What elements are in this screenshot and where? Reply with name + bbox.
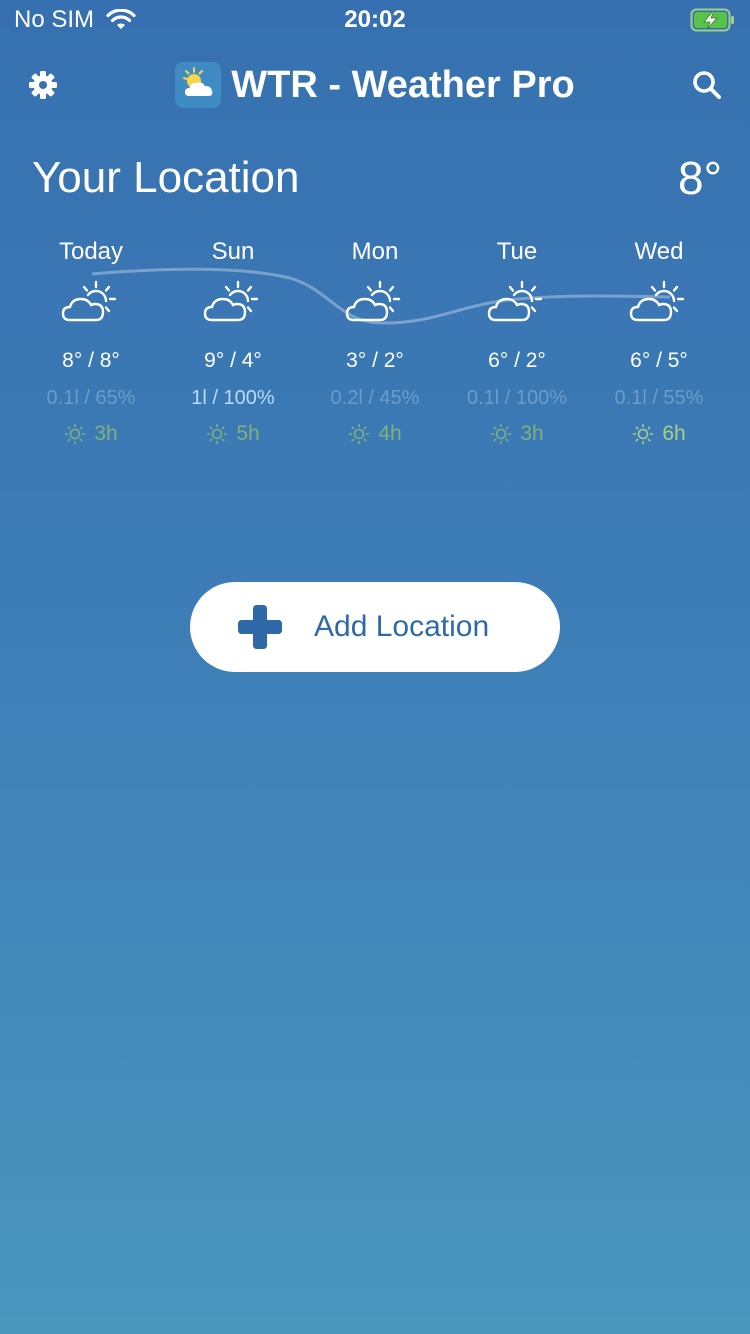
sun-icon [207, 423, 228, 445]
app-header: WTR - Weather Pro [0, 52, 750, 120]
battery-charging-icon [690, 8, 734, 32]
add-location-button[interactable]: Add Location [190, 582, 560, 672]
sunshine-hours: 3h [520, 422, 544, 445]
partly-cloudy-icon [487, 280, 543, 322]
day-temperature-range: 3° / 2° [346, 349, 404, 372]
day-precipitation: 0.1l / 65% [46, 387, 136, 409]
sunshine-hours: 3h [94, 422, 118, 445]
sunshine-hours: 4h [378, 422, 402, 445]
day-name: Wed [634, 238, 684, 265]
day-precipitation: 0.2l / 45% [330, 387, 420, 409]
forecast-strip[interactable]: Today 8° / 8° 0.1l / 65% 3h Sun 9° / 4° … [20, 232, 730, 462]
day-name: Mon [351, 238, 399, 265]
app-title: WTR - Weather Pro [231, 64, 575, 106]
day-sunshine: 3h [20, 420, 162, 448]
sun-icon [491, 423, 512, 445]
current-temperature: 8° [678, 152, 722, 204]
sunshine-hours: 5h [236, 422, 260, 445]
status-time: 20:02 [344, 6, 406, 33]
day-sunshine: 5h [162, 420, 304, 448]
day-precipitation: 0.1l / 100% [466, 387, 568, 409]
day-sunshine: 4h [304, 420, 446, 448]
day-name: Sun [211, 238, 255, 265]
partly-cloudy-icon [203, 280, 259, 322]
sun-icon [349, 423, 370, 445]
day-precipitation: 1l / 100% [191, 387, 275, 409]
search-icon[interactable] [690, 68, 724, 102]
forecast-day[interactable]: Today 8° / 8° 0.1l / 65% 3h [20, 232, 162, 448]
plus-icon [238, 605, 282, 649]
sunshine-hours: 6h [662, 422, 686, 445]
day-name: Tue [496, 238, 538, 265]
day-temperature-range: 6° / 5° [630, 349, 688, 372]
day-precipitation: 0.1l / 55% [614, 387, 704, 409]
partly-cloudy-icon [61, 280, 117, 322]
add-location-label: Add Location [314, 610, 490, 643]
location-name: Your Location [32, 153, 300, 202]
forecast-day[interactable]: Sun 9° / 4° 1l / 100% 5h [162, 232, 304, 448]
day-name: Today [58, 238, 124, 265]
sun-icon [633, 423, 654, 445]
day-temperature-range: 6° / 2° [488, 349, 546, 372]
status-bar: No SIM 20:02 [0, 0, 750, 40]
forecast-day[interactable]: Mon 3° / 2° 0.2l / 45% 4h [304, 232, 446, 448]
partly-cloudy-icon [629, 280, 685, 322]
app-title-group: WTR - Weather Pro [0, 62, 750, 108]
sun-cloud-logo [175, 62, 222, 108]
sun-icon [65, 423, 86, 445]
forecast-day[interactable]: Wed 6° / 5° 0.1l / 55% 6h [588, 232, 730, 448]
partly-cloudy-icon [345, 280, 401, 322]
location-summary[interactable]: Your Location 8° [32, 150, 722, 210]
day-sunshine: 6h [588, 420, 730, 448]
day-sunshine: 3h [446, 420, 588, 448]
day-temperature-range: 9° / 4° [204, 349, 262, 372]
forecast-day[interactable]: Tue 6° / 2° 0.1l / 100% 3h [446, 232, 588, 448]
day-temperature-range: 8° / 8° [62, 349, 120, 372]
